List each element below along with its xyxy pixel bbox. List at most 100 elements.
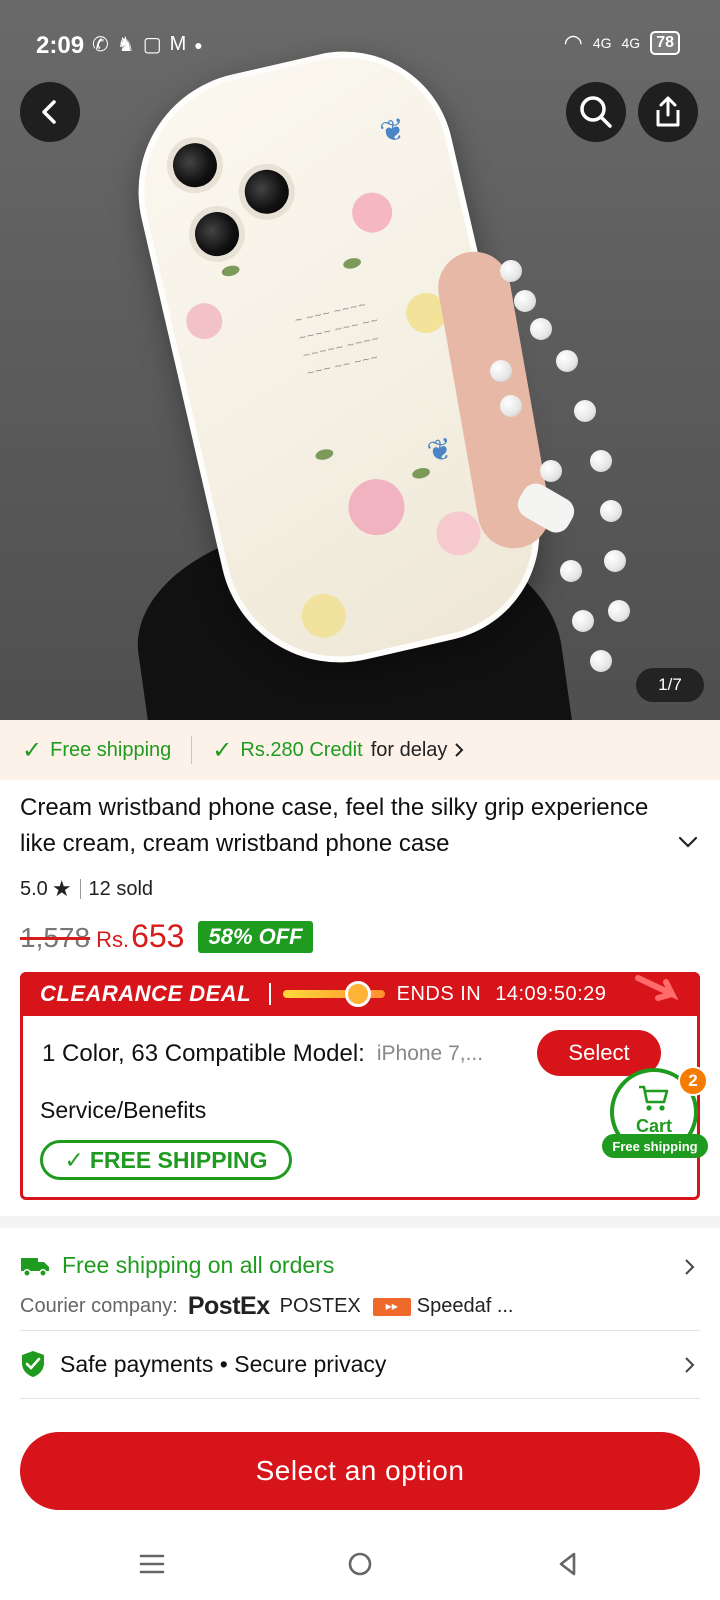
signal-icon: 4G	[621, 35, 641, 51]
cart-free-shipping-tag: Free shipping	[602, 1134, 708, 1158]
shipping-info-row[interactable]: Free shipping on all orders	[20, 1252, 334, 1279]
safe-payments-row[interactable]: Safe payments • Secure privacy	[20, 1350, 386, 1378]
pearl-bead	[500, 260, 522, 282]
shield-check-icon	[22, 1351, 44, 1377]
chevron-right-icon	[455, 743, 464, 757]
case-script-text: ~ ~~~ ~~~~ ~~~~ ~~~ ~~ ~~~~~ ~~~~ ~~~ ~~ ~~…	[293, 299, 381, 380]
free-shipping-pill-text: FREE SHIPPING	[89, 1146, 268, 1173]
rose-decoration	[342, 473, 411, 541]
pearl-bead	[490, 360, 512, 382]
safe-payments-text: Safe payments • Secure privacy	[60, 1350, 387, 1377]
pearl-bead	[514, 290, 536, 312]
shipping-banner[interactable]: ✓ Free shipping ✓ Rs.280 Credit for dela…	[0, 720, 720, 780]
pearl-bead	[574, 400, 596, 422]
section-separator	[0, 1216, 720, 1228]
check-icon: ✓	[22, 736, 43, 764]
image-counter: 1/7	[636, 668, 704, 702]
free-shipping-text: Free shipping	[50, 738, 172, 761]
search-button[interactable]	[566, 82, 626, 142]
pearl-bead	[600, 500, 622, 522]
check-icon: ✓	[212, 736, 233, 764]
home-nav-button[interactable]	[340, 1546, 380, 1582]
notification-icons: ✆ ♞ ▢ M ●	[92, 32, 203, 57]
free-shipping-pill: ✓ FREE SHIPPING	[40, 1140, 292, 1180]
pearl-bead	[608, 600, 630, 622]
back-nav-button[interactable]	[548, 1546, 588, 1582]
cart-count-badge: 2	[678, 1066, 708, 1096]
chevron-right-icon[interactable]	[680, 1258, 698, 1276]
postex-logo: PostEx	[187, 1292, 270, 1320]
credit-suffix: for delay	[370, 738, 448, 761]
camera-lens	[233, 158, 301, 226]
rating-value: 5.0	[20, 877, 48, 900]
courier-row: Courier company: PostEx POSTEX ▶▶ Speeda…	[20, 1292, 514, 1321]
original-price: 1,578	[20, 922, 91, 953]
speedaf-logo: ▶▶	[372, 1297, 411, 1316]
window-icon: ▢	[142, 34, 162, 56]
deal-title: CLEARANCE DEAL	[40, 981, 252, 1006]
home-circle-icon	[348, 1552, 372, 1576]
credit-text: Rs.280 Credit	[240, 738, 363, 761]
courier-postex: POSTEX	[279, 1295, 361, 1317]
system-nav-bar	[0, 1528, 720, 1600]
share-icon	[656, 96, 680, 127]
butterfly-icon: ❦	[377, 112, 409, 151]
option-label: 1 Color, 63 Compatible Model:	[42, 1040, 365, 1067]
pearl-bead	[530, 318, 552, 340]
check-icon: ✓	[64, 1146, 84, 1173]
pearl-bead	[500, 395, 522, 417]
service-benefits-label: Service/Benefits	[40, 1097, 207, 1123]
pearl-bead	[604, 550, 626, 572]
deal-header: CLEARANCE DEAL ENDS IN 14:09:50:29	[20, 972, 700, 1016]
butterfly-icon: ❦	[424, 432, 457, 470]
rating-row: 5.0 ★ 12 sold	[20, 876, 153, 902]
menu-nav-button[interactable]	[132, 1546, 172, 1582]
status-bar: 2:09 ✆ ♞ ▢ M ● ◠ 4G 4G 78	[0, 0, 720, 90]
deal-progress-bar	[282, 981, 385, 1007]
share-button[interactable]	[638, 82, 698, 142]
snapchat-icon: ♞	[116, 34, 135, 56]
courier-label: Courier company:	[20, 1295, 178, 1317]
back-triangle-icon	[559, 1552, 576, 1576]
star-icon: ★	[51, 876, 72, 901]
ends-label: ENDS IN	[396, 982, 482, 1005]
status-time: 2:09	[36, 32, 85, 59]
search-icon	[580, 96, 612, 128]
select-option-button[interactable]: Select an option	[20, 1432, 700, 1510]
battery-indicator: 78	[650, 31, 680, 55]
courier-speedaf: Speedaf ...	[416, 1295, 514, 1317]
divider	[79, 879, 81, 899]
leaf-decoration	[220, 264, 241, 278]
divider	[269, 983, 271, 1005]
back-button[interactable]	[20, 82, 80, 142]
whatsapp-icon: ✆	[92, 34, 109, 56]
camera-lens	[183, 200, 251, 268]
pearl-bead	[590, 650, 612, 672]
divider	[20, 1398, 700, 1399]
divider	[191, 736, 193, 764]
chevron-down-icon[interactable]	[676, 830, 700, 854]
leaf-decoration	[411, 466, 431, 481]
leaf-decoration	[314, 447, 335, 462]
menu-icon	[139, 1554, 165, 1574]
option-row[interactable]: 1 Color, 63 Compatible Model: iPhone 7,.…	[42, 1040, 483, 1068]
camera-lens	[161, 131, 229, 199]
pearl-bead	[572, 610, 594, 632]
title-fade	[560, 826, 660, 862]
rose-decoration	[182, 299, 226, 343]
shipping-title: Free shipping on all orders	[62, 1252, 335, 1278]
cart-icon	[639, 1085, 669, 1111]
wifi-icon: ◠	[563, 30, 583, 55]
pearl-bead	[540, 460, 562, 482]
countdown-timer: 14:09:50:29	[495, 982, 607, 1005]
chevron-right-icon[interactable]	[680, 1356, 698, 1374]
deal-arrow-icon	[635, 975, 679, 1001]
divider	[20, 1330, 700, 1331]
pearl-bead	[560, 560, 582, 582]
signal-icon: 4G	[592, 35, 612, 51]
sold-count: 12 sold	[88, 877, 154, 900]
rose-decoration	[348, 188, 397, 237]
gmail-icon: M	[169, 33, 187, 55]
currency-label: Rs.	[96, 927, 130, 952]
current-price: 653	[131, 918, 185, 954]
